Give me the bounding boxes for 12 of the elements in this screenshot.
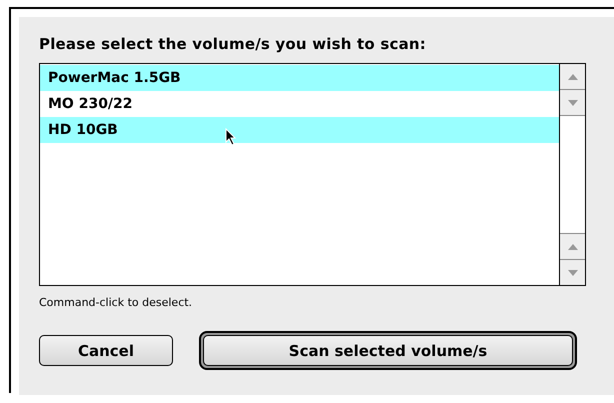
hint-text: Command-click to deselect. <box>39 296 194 310</box>
volume-item[interactable]: HD 10GB <box>40 117 559 143</box>
volume-item[interactable]: PowerMac 1.5GB <box>40 65 559 91</box>
prompt-text: Please select the volume/s you wish to scan: <box>39 35 427 55</box>
cursor-icon <box>225 128 237 146</box>
down-arrow-icon <box>568 270 578 276</box>
cancel-button[interactable]: Cancel <box>39 335 173 366</box>
up-arrow-icon <box>568 244 578 250</box>
up-arrow-icon <box>568 74 578 80</box>
volume-item[interactable]: MO 230/22 <box>40 91 559 117</box>
down-arrow-icon <box>568 100 578 106</box>
scan-button[interactable]: Scan selected volume/s <box>199 331 577 370</box>
